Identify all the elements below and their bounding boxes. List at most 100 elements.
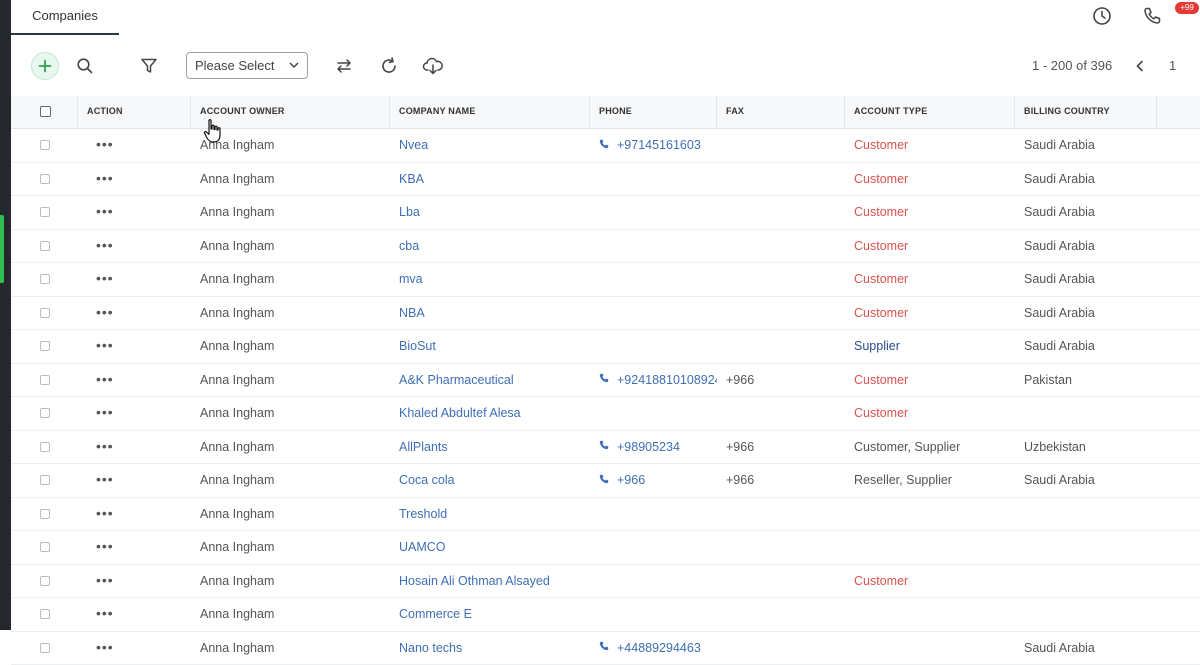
phone-icon xyxy=(599,464,609,496)
header-billing-country[interactable]: BILLING COUNTRY xyxy=(1015,96,1157,128)
swap-button[interactable] xyxy=(334,56,354,76)
company-name-link[interactable]: NBA xyxy=(390,297,590,329)
more-dots-icon[interactable]: ••• xyxy=(96,364,114,396)
company-name-link[interactable]: KBA xyxy=(390,163,590,195)
header-account-type[interactable]: ACCOUNT TYPE xyxy=(845,96,1015,128)
clock-icon[interactable] xyxy=(1091,5,1113,27)
more-dots-icon[interactable]: ••• xyxy=(96,632,114,664)
table-row[interactable]: •••Anna InghamCommerce E xyxy=(11,598,1200,632)
current-page-number[interactable]: 1 xyxy=(1169,58,1176,73)
more-dots-icon[interactable]: ••• xyxy=(96,565,114,597)
company-name-link[interactable]: mva xyxy=(390,263,590,295)
row-checkbox[interactable] xyxy=(40,576,50,586)
table-row[interactable]: •••Anna InghamA&K Pharmaceutical+9241881… xyxy=(11,364,1200,398)
table-row[interactable]: •••Anna InghamLbaCustomerSaudi Arabia xyxy=(11,196,1200,230)
table-row[interactable]: •••Anna InghamNBACustomerSaudi Arabia xyxy=(11,297,1200,331)
table-row[interactable]: •••Anna InghammvaCustomerSaudi Arabia xyxy=(11,263,1200,297)
company-name-link[interactable]: Hosain Ali Othman Alsayed xyxy=(390,565,590,597)
select-all-checkbox[interactable] xyxy=(40,106,51,117)
filter-button[interactable] xyxy=(139,56,159,76)
previous-page-button[interactable] xyxy=(1133,58,1147,74)
row-checkbox[interactable] xyxy=(40,375,50,385)
tab-companies[interactable]: Companies xyxy=(11,0,119,35)
more-dots-icon[interactable]: ••• xyxy=(96,330,114,362)
company-name-link[interactable]: UAMCO xyxy=(390,531,590,563)
phone-icon[interactable] xyxy=(1141,5,1163,27)
company-name-link[interactable]: Treshold xyxy=(390,498,590,530)
row-checkbox[interactable] xyxy=(40,241,50,251)
table-row[interactable]: •••Anna InghamKBACustomerSaudi Arabia xyxy=(11,163,1200,197)
more-dots-icon[interactable]: ••• xyxy=(96,531,114,563)
more-dots-icon[interactable]: ••• xyxy=(96,397,114,429)
table-row[interactable]: •••Anna InghamKhaled Abdultef AlesaCusto… xyxy=(11,397,1200,431)
table-row[interactable]: •••Anna InghamHosain Ali Othman AlsayedC… xyxy=(11,565,1200,599)
phone-number[interactable]: +92418810108924 xyxy=(617,373,717,387)
table-row[interactable]: •••Anna InghamCoca cola+966+966Reseller,… xyxy=(11,464,1200,498)
row-checkbox[interactable] xyxy=(40,207,50,217)
row-checkbox[interactable] xyxy=(40,475,50,485)
header-fax[interactable]: FAX xyxy=(717,96,845,128)
search-button[interactable] xyxy=(75,56,95,76)
more-dots-icon[interactable]: ••• xyxy=(96,598,114,630)
more-dots-icon[interactable]: ••• xyxy=(96,263,114,295)
phone-cell[interactable]: +98905234 xyxy=(590,431,717,463)
row-checkbox[interactable] xyxy=(40,308,50,318)
more-dots-icon[interactable]: ••• xyxy=(96,230,114,262)
row-checkbox[interactable] xyxy=(40,643,50,653)
pointer-cursor-icon xyxy=(203,118,223,144)
phone-number[interactable]: +97145161603 xyxy=(617,138,701,152)
refresh-button[interactable] xyxy=(379,56,399,76)
phone-cell[interactable]: +92418810108924 xyxy=(590,364,717,396)
more-dots-icon[interactable]: ••• xyxy=(96,196,114,228)
view-select[interactable]: Please Select xyxy=(186,52,308,79)
table-row[interactable]: •••Anna InghamNano techs+44889294463Saud… xyxy=(11,632,1200,665)
row-checkbox[interactable] xyxy=(40,341,50,351)
row-checkbox[interactable] xyxy=(40,174,50,184)
account-owner-cell: Anna Ingham xyxy=(191,196,390,228)
table-row[interactable]: •••Anna InghamcbaCustomerSaudi Arabia xyxy=(11,230,1200,264)
table-row[interactable]: •••Anna InghamUAMCO xyxy=(11,531,1200,565)
notification-badge[interactable]: +99 xyxy=(1175,2,1199,14)
more-dots-icon[interactable]: ••• xyxy=(96,498,114,530)
row-checkbox[interactable] xyxy=(40,609,50,619)
phone-number[interactable]: +44889294463 xyxy=(617,641,701,655)
phone-cell[interactable]: +966 xyxy=(590,464,717,496)
company-name-link[interactable]: BioSut xyxy=(390,330,590,362)
more-dots-icon[interactable]: ••• xyxy=(96,464,114,496)
more-dots-icon[interactable]: ••• xyxy=(96,297,114,329)
header-company-name[interactable]: COMPANY NAME xyxy=(390,96,590,128)
table-row[interactable]: •••Anna InghamAllPlants+98905234+966Cust… xyxy=(11,431,1200,465)
company-name-link[interactable]: Nvea xyxy=(390,129,590,161)
row-checkbox[interactable] xyxy=(40,509,50,519)
row-checkbox[interactable] xyxy=(40,140,50,150)
header-phone[interactable]: PHONE xyxy=(590,96,717,128)
table-row[interactable]: •••Anna InghamTreshold xyxy=(11,498,1200,532)
phone-number[interactable]: +98905234 xyxy=(617,440,680,454)
company-name-link[interactable]: Commerce E xyxy=(390,598,590,630)
phone-number[interactable]: +966 xyxy=(617,473,645,487)
company-name-link[interactable]: Lba xyxy=(390,196,590,228)
company-name-link[interactable]: Nano techs xyxy=(390,632,590,664)
company-name-link[interactable]: Khaled Abdultef Alesa xyxy=(390,397,590,429)
table-row[interactable]: •••Anna InghamNvea+97145161603CustomerSa… xyxy=(11,129,1200,163)
row-checkbox[interactable] xyxy=(40,442,50,452)
more-dots-icon[interactable]: ••• xyxy=(96,431,114,463)
table-row[interactable]: •••Anna InghamBioSutSupplierSaudi Arabia xyxy=(11,330,1200,364)
phone-cell[interactable]: +44889294463 xyxy=(590,632,717,664)
phone-cell[interactable]: +97145161603 xyxy=(590,129,717,161)
add-button[interactable] xyxy=(31,52,59,80)
row-checkbox[interactable] xyxy=(40,408,50,418)
row-checkbox[interactable] xyxy=(40,274,50,284)
company-name-link[interactable]: A&K Pharmaceutical xyxy=(390,364,590,396)
row-checkbox[interactable] xyxy=(40,542,50,552)
more-dots-icon[interactable]: ••• xyxy=(96,163,114,195)
header-action[interactable]: ACTION xyxy=(78,96,191,128)
phone-icon xyxy=(599,431,609,463)
fax-cell: +966 xyxy=(717,464,845,496)
company-name-link[interactable]: Coca cola xyxy=(390,464,590,496)
billing-country-cell: Saudi Arabia xyxy=(1015,464,1157,496)
company-name-link[interactable]: cba xyxy=(390,230,590,262)
company-name-link[interactable]: AllPlants xyxy=(390,431,590,463)
more-dots-icon[interactable]: ••• xyxy=(96,129,114,161)
download-button[interactable] xyxy=(422,56,444,76)
